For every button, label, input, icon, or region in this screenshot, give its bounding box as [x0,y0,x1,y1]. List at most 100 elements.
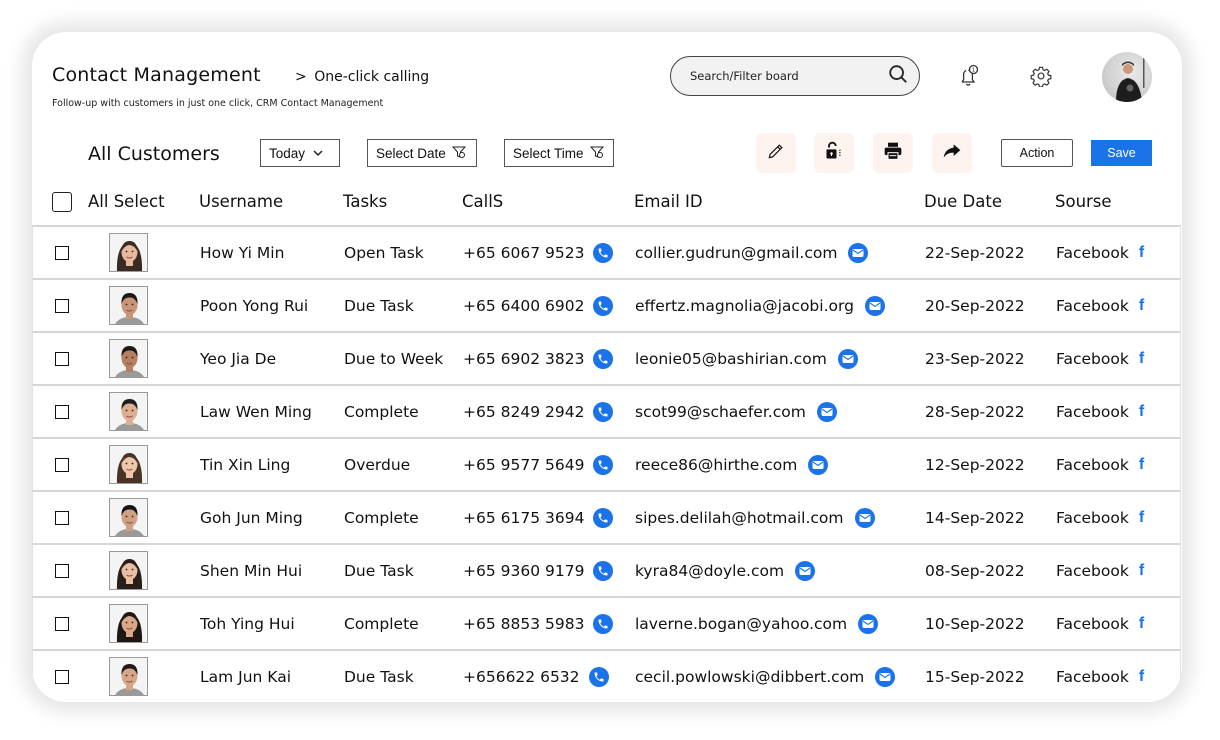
mail-icon[interactable] [837,348,858,369]
search-box[interactable] [670,56,920,96]
today-dropdown-label: Today [269,145,306,161]
due-date-cell: 12-Sep-2022 [925,455,1025,474]
mail-icon[interactable] [848,242,869,263]
save-button[interactable]: Save [1091,140,1152,166]
filter-icon [589,145,604,162]
task-cell: Complete [344,402,419,421]
due-date-cell: 23-Sep-2022 [925,349,1025,368]
facebook-icon: f [1138,402,1145,420]
select-all-checkbox[interactable] [52,192,72,212]
email-address[interactable]: reece86@hirthe.com [635,456,797,474]
table-row: Toh Ying Hui Complete +65 8853 5983 lave… [32,596,1181,649]
search-icon[interactable] [887,63,909,89]
customer-table-body: How Yi Min Open Task +65 6067 9523 colli… [32,225,1182,702]
phone-call-icon[interactable] [588,666,609,687]
row-checkbox[interactable] [55,404,69,419]
column-header-due-date: Due Date [924,192,1002,211]
phone-call-icon[interactable] [593,242,614,263]
pencil-icon [766,141,786,165]
select-date-filter[interactable]: Select Date [367,139,477,167]
breadcrumb[interactable]: > One-click calling [295,69,429,85]
email-address[interactable]: kyra84@doyle.com [635,562,784,580]
edit-button[interactable] [756,133,796,173]
mail-icon[interactable] [864,295,885,316]
phone-number: +65 6067 9523 [463,243,585,262]
user-avatar[interactable] [1102,52,1152,102]
select-date-label: Select Date [376,145,446,161]
contact-management-card: Contact Management > One-click calling F… [32,32,1182,702]
phone-call-icon[interactable] [593,454,614,475]
row-checkbox[interactable] [55,298,69,313]
phone-call-icon[interactable] [593,401,614,422]
customer-photo [109,551,148,590]
notification-bell-icon[interactable]: 1 [957,64,981,88]
row-checkbox[interactable] [55,510,69,525]
source-label: Facebook [1056,667,1129,686]
email-address[interactable]: leonie05@bashirian.com [635,350,827,368]
customer-photo [109,445,148,484]
mail-icon[interactable] [854,507,875,528]
mail-icon[interactable] [875,666,896,687]
print-button[interactable] [873,133,913,173]
customer-photo [109,233,148,272]
email-address[interactable]: laverne.bogan@yahoo.com [635,615,847,633]
page-title: Contact Management [52,64,261,86]
row-checkbox[interactable] [55,245,69,260]
settings-gear-icon[interactable] [1029,64,1053,88]
source-label: Facebook [1056,614,1129,633]
email-address[interactable]: scot99@schaefer.com [635,403,806,421]
task-cell: Due Task [344,296,414,315]
column-header-tasks: Tasks [343,192,388,211]
phone-call-icon[interactable] [593,348,614,369]
facebook-icon: f [1138,508,1145,526]
task-cell: Due Task [344,667,414,686]
due-date-cell: 15-Sep-2022 [925,667,1025,686]
select-time-filter[interactable]: Select Time [504,139,614,167]
row-checkbox[interactable] [55,351,69,366]
column-header-email: Email ID [634,192,703,211]
phone-number: +65 9360 9179 [463,561,585,580]
username-cell: Lam Jun Kai [200,667,292,686]
customer-photo [109,657,148,696]
mail-icon[interactable] [858,613,879,634]
breadcrumb-current: One-click calling [314,69,430,85]
row-checkbox[interactable] [55,457,69,472]
unlock-button[interactable] [814,133,854,173]
share-arrow-icon [942,141,962,165]
due-date-cell: 08-Sep-2022 [925,561,1025,580]
table-row: Yeo Jia De Due to Week +65 6902 3823 leo… [32,331,1181,384]
today-dropdown[interactable]: Today [260,139,340,167]
username-cell: Goh Jun Ming [200,508,303,527]
source-label: Facebook [1056,561,1129,580]
source-label: Facebook [1056,508,1129,527]
share-button[interactable] [932,133,972,173]
email-address[interactable]: sipes.delilah@hotmail.com [635,509,844,527]
table-row: Tin Xin Ling Overdue +65 9577 5649 reece… [32,437,1181,490]
phone-call-icon[interactable] [593,613,614,634]
phone-number: +65 6400 6902 [463,296,585,315]
due-date-cell: 20-Sep-2022 [925,296,1025,315]
task-cell: Due to Week [344,349,444,368]
email-address[interactable]: cecil.powlowski@dibbert.com [635,668,864,686]
username-cell: Law Wen Ming [200,402,312,421]
action-button[interactable]: Action [1001,139,1073,167]
mail-icon[interactable] [795,560,816,581]
mail-icon[interactable] [808,454,829,475]
row-checkbox[interactable] [55,563,69,578]
source-label: Facebook [1056,243,1129,262]
email-address[interactable]: collier.gudrun@gmail.com [635,244,837,262]
phone-number: +65 9577 5649 [463,455,585,474]
username-cell: How Yi Min [200,243,285,262]
row-checkbox[interactable] [55,616,69,631]
table-header: All Select Username Tasks CallS Email ID… [32,185,1182,225]
search-input[interactable] [690,69,887,83]
mail-icon[interactable] [816,401,837,422]
column-header-all-select[interactable]: All Select [88,192,165,211]
task-cell: Open Task [344,243,424,262]
due-date-cell: 10-Sep-2022 [925,614,1025,633]
email-address[interactable]: effertz.magnolia@jacobi.org [635,297,854,315]
phone-call-icon[interactable] [593,560,614,581]
row-checkbox[interactable] [55,669,69,684]
phone-call-icon[interactable] [593,295,614,316]
phone-call-icon[interactable] [593,507,614,528]
